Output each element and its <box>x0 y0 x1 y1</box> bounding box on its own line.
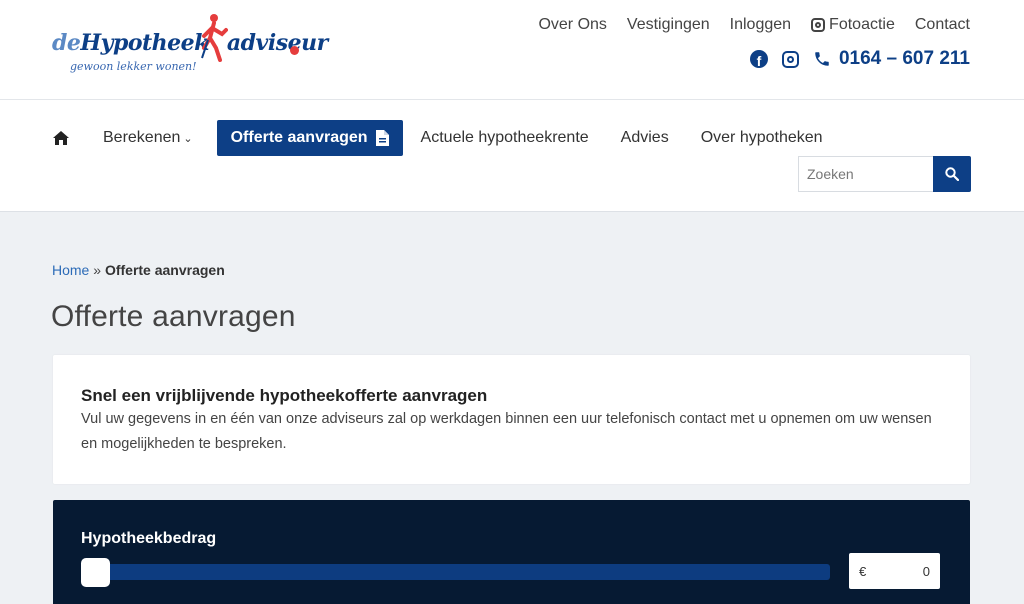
amount-slider-handle[interactable] <box>81 558 110 587</box>
top-link-over-ons[interactable]: Over Ons <box>538 16 606 34</box>
logo-badge-icon <box>290 46 299 55</box>
intro-card: Snel een vrijblijvende hypotheekofferte … <box>53 355 970 484</box>
search-button[interactable] <box>933 156 971 192</box>
amount-input[interactable]: € 0 <box>849 553 940 589</box>
intro-text: Vul uw gegevens in en één van onze advis… <box>81 411 932 452</box>
currency-symbol: € <box>859 564 867 579</box>
document-icon <box>375 130 389 146</box>
phone-icon <box>815 52 829 66</box>
instagram-icon <box>811 18 826 32</box>
nav-item-over-hypotheken[interactable]: Over hypotheken <box>701 129 823 147</box>
site-header: deHypotheek adviseur gewoon lekker wonen!… <box>0 0 1024 100</box>
social-links: f 0164 – 607 211 <box>749 48 970 70</box>
nav-item-berekenen[interactable]: Berekenen ⌄ <box>103 129 193 147</box>
page-title: Offerte aanvragen <box>51 300 296 333</box>
instagram-icon[interactable] <box>781 50 799 68</box>
top-link-vestigingen[interactable]: Vestigingen <box>627 16 710 34</box>
breadcrumb: Home » Offerte aanvragen <box>52 262 225 278</box>
search-input[interactable] <box>798 156 933 192</box>
amount-value: 0 <box>922 564 930 579</box>
search-icon <box>945 167 959 181</box>
logo-figure-icon <box>201 14 228 62</box>
search-form <box>798 156 971 192</box>
phone-number: 0164 – 607 211 <box>838 48 970 69</box>
home-icon[interactable] <box>52 130 70 146</box>
chevron-down-icon: ⌄ <box>183 133 193 145</box>
site-logo[interactable]: deHypotheek adviseur gewoon lekker wonen! <box>52 14 328 80</box>
top-link-fotoactie-label: Fotoactie <box>829 16 895 33</box>
breadcrumb-separator: » <box>93 262 102 278</box>
nav-item-actuele-hypotheekrente[interactable]: Actuele hypotheekrente <box>421 129 589 147</box>
nav-item-advies[interactable]: Advies <box>621 129 669 147</box>
top-link-fotoactie[interactable]: Fotoactie <box>811 16 895 34</box>
main-nav: Berekenen ⌄ Offerte aanvragen Actuele hyp… <box>52 120 855 156</box>
offerte-form-panel: Hypotheekbedrag € 0 <box>53 500 970 604</box>
logo-wordmark: deHypotheek adviseur <box>52 30 328 56</box>
amount-slider-track[interactable] <box>81 564 830 580</box>
logo-tagline: gewoon lekker wonen! <box>70 60 197 73</box>
phone-link[interactable]: 0164 – 607 211 <box>813 48 970 70</box>
breadcrumb-current: Offerte aanvragen <box>104 262 225 278</box>
amount-label: Hypotheekbedrag <box>81 530 217 547</box>
top-links: Over Ons Vestigingen Inloggen Fotoactie … <box>538 16 970 34</box>
nav-item-offerte-label: Offerte aanvragen <box>230 129 368 146</box>
nav-item-offerte-aanvragen[interactable]: Offerte aanvragen <box>216 120 403 156</box>
breadcrumb-home[interactable]: Home <box>52 262 89 278</box>
top-link-contact[interactable]: Contact <box>915 16 970 34</box>
intro-heading: Snel een vrijblijvende hypotheekofferte … <box>81 386 488 405</box>
top-link-inloggen[interactable]: Inloggen <box>730 16 791 34</box>
facebook-icon[interactable]: f <box>749 50 768 68</box>
nav-item-berekenen-label: Berekenen <box>103 129 181 146</box>
main-navbar: Berekenen ⌄ Offerte aanvragen Actuele hyp… <box>0 100 1024 212</box>
